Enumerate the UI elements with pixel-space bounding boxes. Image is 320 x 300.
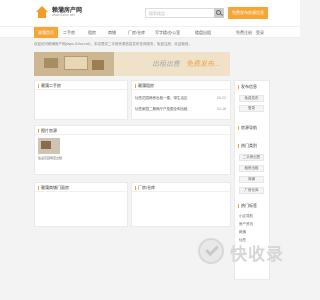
panel-pictures: 图片房源 仙岳花园两室出租 (34, 125, 231, 175)
watermark: 快收录 (198, 232, 298, 272)
publish-button[interactable]: 免费发布房源信息 (228, 7, 268, 19)
nav-item-rent[interactable]: 租房 (88, 27, 96, 38)
nav-item-shops[interactable]: 商铺 (108, 27, 116, 38)
panel-second-hand: 赖蒲二手房 (34, 80, 128, 120)
nav-item-estate[interactable]: 楼盘出租 (195, 27, 211, 38)
sidebar-item[interactable]: 租房出租 (239, 165, 264, 172)
panel-title[interactable]: 图片房源 (35, 126, 230, 135)
panel-title[interactable]: 厂房/仓库 (132, 183, 230, 192)
list-item[interactable]: 仙岳花园两房出租一楼，带生活区 (135, 96, 188, 101)
search-input[interactable]: 搜索楼盘 (145, 8, 215, 18)
top-bar: 赖蒲房产网 www.51fcs.net 搜索楼盘 免费发布房源信息 (0, 0, 300, 26)
thumbnail-caption[interactable]: 仙岳花园两室出租 (38, 156, 62, 160)
sidebar-link[interactable]: 小区导航 (239, 214, 253, 219)
sidebar-item[interactable]: 商铺 (239, 176, 264, 183)
sidebar-section-title: 发布信息 (238, 84, 257, 90)
main-nav: 赖蒲首页 二手房 租房 商铺 厂房/仓库 写字楼/办公室 楼盘出租 免费注册 登… (0, 26, 300, 38)
register-link[interactable]: 免费注册 (236, 27, 252, 38)
listing-thumbnail[interactable] (38, 138, 60, 154)
nav-item-home[interactable]: 赖蒲首页 (34, 27, 58, 38)
nav-item-second-hand[interactable]: 二手房 (63, 27, 75, 38)
sidebar-item[interactable]: 二手房出售 (239, 154, 264, 161)
list-item-date: 04-18 (217, 107, 226, 111)
sidebar-section-title: 房源导航 (238, 125, 257, 131)
sidebar-login-button[interactable]: 登录 (239, 105, 264, 112)
banner-text-secondary: 免费发布... (186, 61, 220, 68)
sidebar-item[interactable]: 厂房仓库 (239, 187, 264, 194)
house-logo-icon[interactable] (34, 4, 50, 20)
house-photo (34, 52, 114, 76)
site-notice: 欢迎访问赖蒲房产网(laipu.51fcs.net)，本站提供二手房房源信息发布… (34, 42, 192, 46)
nav-item-office[interactable]: 写字楼/办公室 (155, 27, 180, 38)
panel-title[interactable]: 赖蒲租房 (132, 81, 230, 90)
panel-factory: 厂房/仓库 (131, 182, 231, 227)
sidebar-link[interactable]: 房产资讯 (239, 222, 253, 227)
panel-title[interactable]: 赖蒲商铺门面房 (35, 183, 127, 192)
promo-banner[interactable]: 出租出售 免费发布... (34, 52, 230, 76)
nav-item-factory[interactable]: 厂房/仓库 (128, 27, 145, 38)
banner-text-primary: 出租出售 (152, 61, 180, 68)
watermark-text: 快收录 (230, 245, 284, 264)
checkmark-badge-icon (198, 238, 224, 264)
panel-title[interactable]: 赖蒲二手房 (35, 81, 127, 90)
panel-shops: 赖蒲商铺门面房 (34, 182, 128, 227)
sidebar-publish-button[interactable]: 免费发布 (239, 95, 264, 102)
list-item-date: 05-22 (217, 96, 226, 100)
list-item[interactable]: 仙岳家园二期两厅户型图全明出租 (135, 107, 188, 112)
sidebar-section-title: 热门类别 (238, 143, 257, 149)
sidebar-section-title: 热门标签 (238, 203, 257, 209)
search-button[interactable] (214, 8, 224, 18)
login-link[interactable]: 登录 (256, 27, 264, 38)
panel-rental: 赖蒲租房 仙岳花园两房出租一楼，带生活区 05-22 仙岳家园二期两厅户型图全明… (131, 80, 231, 120)
brand-url: www.51fcs.net (52, 13, 75, 17)
